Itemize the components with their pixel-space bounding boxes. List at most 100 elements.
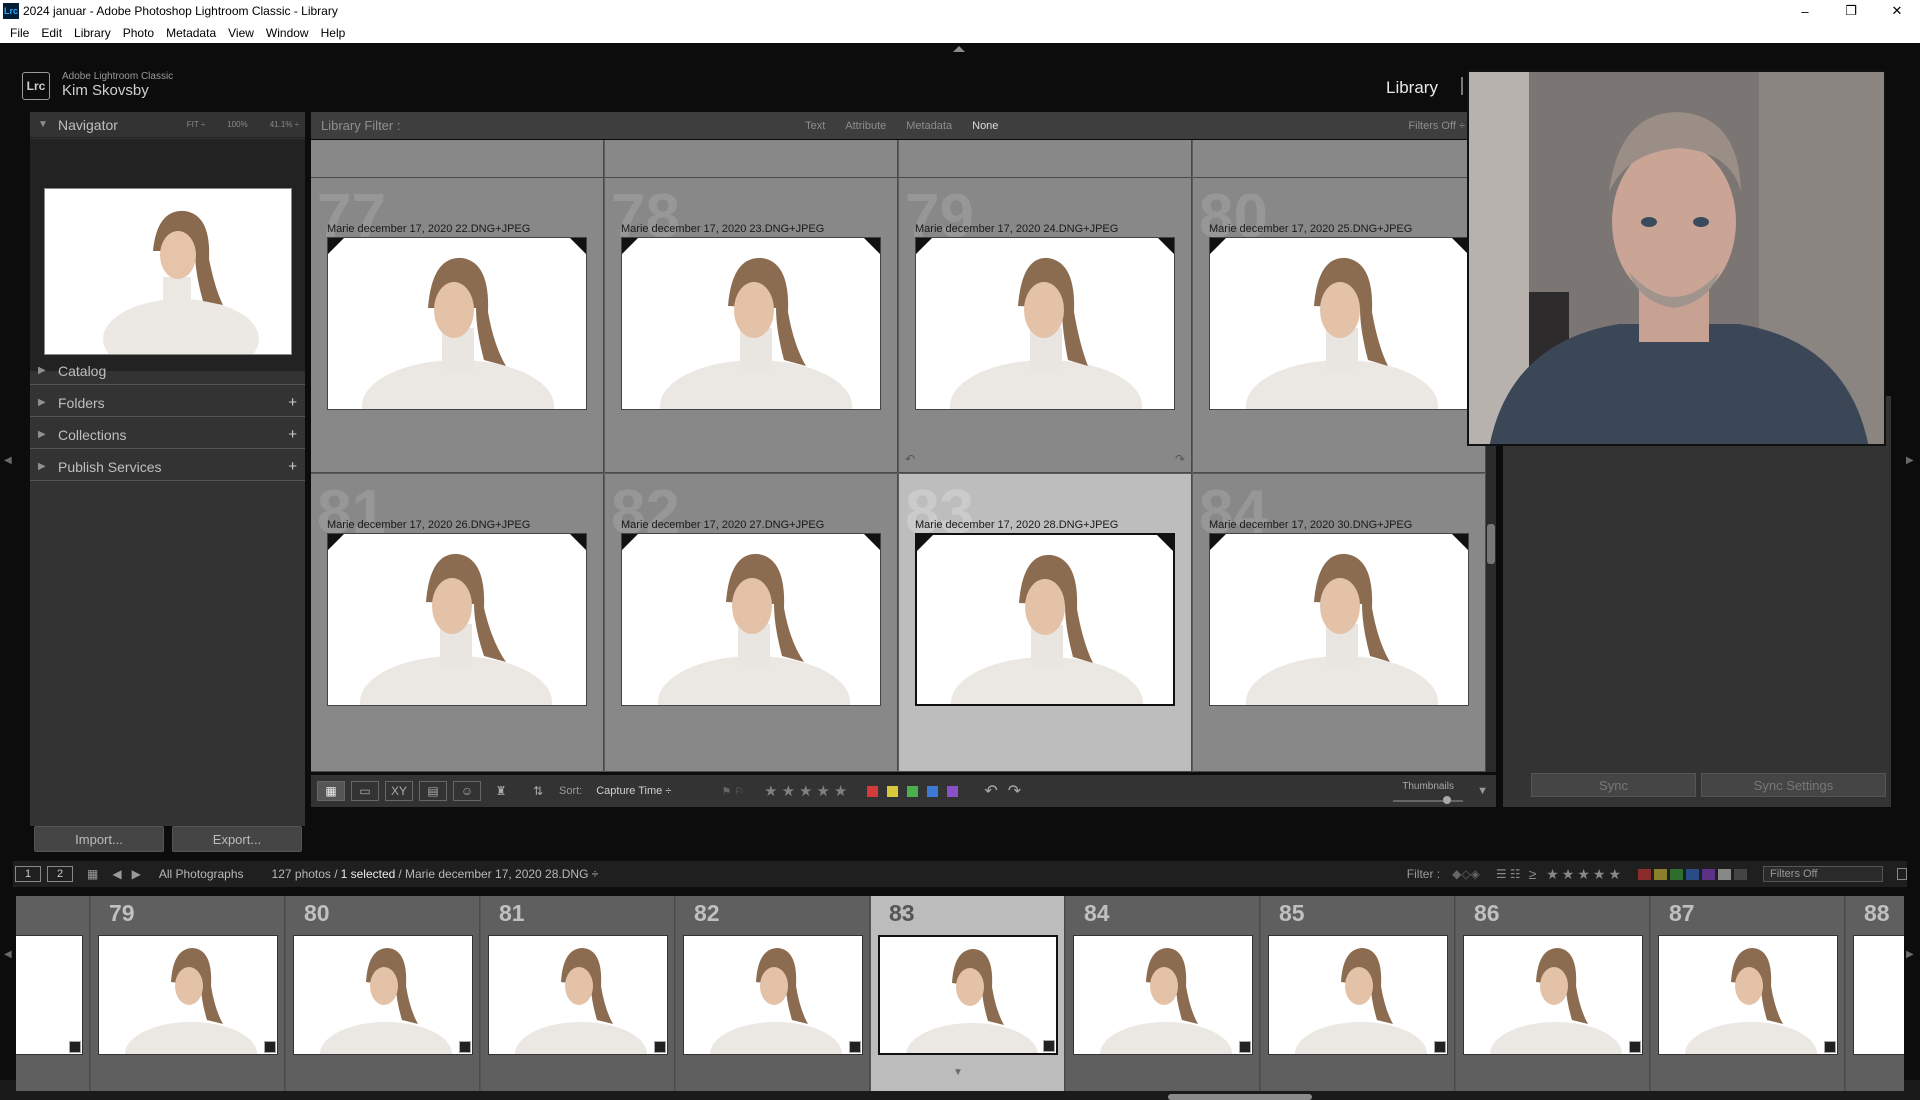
filmstrip-cell-selected[interactable]: 83 <box>871 896 1065 1091</box>
color-label-red[interactable] <box>867 785 879 797</box>
loupe-view-icon[interactable]: ▭ <box>351 781 379 801</box>
compare-view-icon[interactable]: XY <box>385 781 413 801</box>
filmstrip-left-arrow-icon[interactable]: ◀ <box>4 949 12 960</box>
forward-arrow-icon[interactable]: ▶ <box>132 867 141 881</box>
thumbnail-size-slider[interactable]: Thumbnails <box>1393 781 1464 804</box>
filmstrip-thumbnail[interactable] <box>683 935 863 1055</box>
painter-icon[interactable]: ♜ <box>487 781 515 801</box>
menu-window[interactable]: Window <box>260 26 315 40</box>
catalog-section[interactable]: ▶ Catalog <box>30 357 305 385</box>
menu-help[interactable]: Help <box>315 26 352 40</box>
grid-icon[interactable]: ▦ <box>87 867 98 881</box>
publish-services-section[interactable]: ▶ Publish Services + <box>30 453 305 481</box>
rotate-right-icon[interactable]: ↷ <box>1008 781 1021 801</box>
color-label-blue[interactable] <box>927 785 939 797</box>
rotate-left-icon[interactable]: ↶ <box>984 781 997 801</box>
photo-thumbnail[interactable] <box>621 237 881 410</box>
grid-cell[interactable]: 81 Marie december 17, 2020 26.DNG+JPEG <box>311 474 604 772</box>
add-folder-icon[interactable]: + <box>288 394 297 411</box>
import-button[interactable]: Import... <box>34 826 164 852</box>
filter-lock-icon[interactable] <box>1897 868 1907 880</box>
add-collection-icon[interactable]: + <box>288 426 297 443</box>
module-library[interactable]: Library <box>1386 78 1438 98</box>
color-filter-none[interactable] <box>1734 868 1747 880</box>
menu-view[interactable]: View <box>222 26 260 40</box>
sort-dropdown[interactable]: Capture Time ÷ <box>596 785 671 797</box>
edit-filter-icon[interactable]: ☰ ☷ <box>1496 867 1521 881</box>
slider-track[interactable] <box>1393 795 1464 804</box>
slider-knob[interactable] <box>1443 795 1452 804</box>
filmstrip-thumbnail[interactable] <box>1463 935 1643 1055</box>
zoom-custom[interactable]: 41.1% ÷ <box>270 120 299 129</box>
grid-cell[interactable]: 78 Marie december 17, 2020 23.DNG+JPEG <box>605 178 898 473</box>
rating-filter-stars[interactable]: ≥ ★★★★★ <box>1529 866 1624 883</box>
color-label-yellow[interactable] <box>887 785 899 797</box>
filmstrip-right-arrow-icon[interactable]: ▶ <box>1906 949 1914 960</box>
color-filter-red[interactable] <box>1638 868 1651 880</box>
photo-thumbnail[interactable] <box>1209 237 1469 410</box>
photo-thumbnail[interactable] <box>327 237 587 410</box>
photo-thumbnail[interactable] <box>1209 533 1469 706</box>
sync-button[interactable]: Sync <box>1531 773 1696 797</box>
filmstrip-cell[interactable]: 81 <box>481 896 675 1091</box>
flag-filter-icon[interactable]: ◆◇◈ <box>1452 867 1480 881</box>
filmstrip-cell[interactable]: 87 <box>1651 896 1845 1091</box>
filmstrip-source[interactable]: All Photographs <box>159 867 244 881</box>
navigator-thumbnail[interactable] <box>44 188 292 355</box>
grid-cell[interactable]: 82 Marie december 17, 2020 27.DNG+JPEG <box>605 474 898 772</box>
flag-icon[interactable]: ⚑ ⚐ <box>721 785 744 798</box>
filmstrip-scroll-thumb[interactable] <box>1168 1094 1312 1100</box>
filmstrip-cell[interactable]: 88 <box>1846 896 1904 1091</box>
filter-tab-none[interactable]: None <box>962 120 1008 132</box>
color-label-purple[interactable] <box>947 785 959 797</box>
secondary-window-button[interactable]: 2 <box>47 866 73 882</box>
filmstrip-thumbnail[interactable] <box>488 935 668 1055</box>
survey-view-icon[interactable]: ▤ <box>419 781 447 801</box>
filter-tab-metadata[interactable]: Metadata <box>896 120 962 132</box>
filmstrip-cell[interactable] <box>16 896 90 1091</box>
color-filter-blue[interactable] <box>1686 868 1699 880</box>
rotate-right-icon[interactable]: ↷ <box>1175 452 1185 466</box>
menu-photo[interactable]: Photo <box>117 26 160 40</box>
navigator-header[interactable]: ▼ Navigator FIT ÷ 100% 41.1% ÷ <box>30 112 305 138</box>
close-button[interactable]: ✕ <box>1874 0 1920 22</box>
color-filter-purple[interactable] <box>1702 868 1715 880</box>
grid-cell[interactable]: 77 Marie december 17, 2020 22.DNG+JPEG <box>311 178 604 473</box>
grid-cell[interactable]: 80 Marie december 17, 2020 25.DNG+JPEG <box>1193 178 1486 473</box>
restore-button[interactable]: ❐ <box>1828 0 1874 22</box>
people-view-icon[interactable]: ☺ <box>453 781 481 801</box>
filmstrip-thumbnail[interactable] <box>293 935 473 1055</box>
filter-tab-text[interactable]: Text <box>795 120 835 132</box>
filmstrip-cell[interactable]: 80 <box>286 896 480 1091</box>
menu-file[interactable]: File <box>4 26 35 40</box>
color-filter-green[interactable] <box>1670 868 1683 880</box>
filmstrip-filters-dropdown[interactable]: Filters Off <box>1763 866 1883 882</box>
selected-filename[interactable]: / Marie december 17, 2020 28.DNG ÷ <box>398 867 598 881</box>
toolbar-menu-chevron-icon[interactable]: ▼ <box>1477 785 1488 797</box>
right-panel-toggle-icon[interactable]: ▶ <box>1906 455 1914 466</box>
export-button[interactable]: Export... <box>172 826 302 852</box>
filmstrip-cell[interactable]: 86 <box>1456 896 1650 1091</box>
photo-thumbnail[interactable] <box>915 237 1175 410</box>
zoom-100[interactable]: 100% <box>227 120 247 129</box>
filter-tab-attribute[interactable]: Attribute <box>835 120 896 132</box>
filmstrip-thumbnail[interactable] <box>1268 935 1448 1055</box>
filmstrip-cell[interactable]: 79 <box>91 896 285 1091</box>
add-publish-service-icon[interactable]: + <box>288 458 297 475</box>
menu-library[interactable]: Library <box>68 26 117 40</box>
color-filter-yellow[interactable] <box>1654 868 1667 880</box>
filmstrip-cell[interactable]: 82 <box>676 896 870 1091</box>
filters-off-dropdown[interactable]: Filters Off ÷ <box>1408 120 1471 132</box>
top-panel-toggle-icon[interactable] <box>953 46 965 52</box>
filmstrip-cell[interactable]: 84 <box>1066 896 1260 1091</box>
filmstrip-thumbnail[interactable] <box>1073 935 1253 1055</box>
filmstrip-thumbnail[interactable] <box>878 935 1058 1055</box>
folders-section[interactable]: ▶ Folders + <box>30 389 305 417</box>
color-filter-other[interactable] <box>1718 868 1731 880</box>
menu-metadata[interactable]: Metadata <box>160 26 222 40</box>
grid-cell-selected[interactable]: 83 Marie december 17, 2020 28.DNG+JPEG <box>899 474 1192 772</box>
sync-settings-button[interactable]: Sync Settings <box>1701 773 1886 797</box>
collections-section[interactable]: ▶ Collections + <box>30 421 305 449</box>
grid-view-icon[interactable]: ▦ <box>317 781 345 801</box>
grid-cell[interactable]: 84 Marie december 17, 2020 30.DNG+JPEG <box>1193 474 1486 772</box>
